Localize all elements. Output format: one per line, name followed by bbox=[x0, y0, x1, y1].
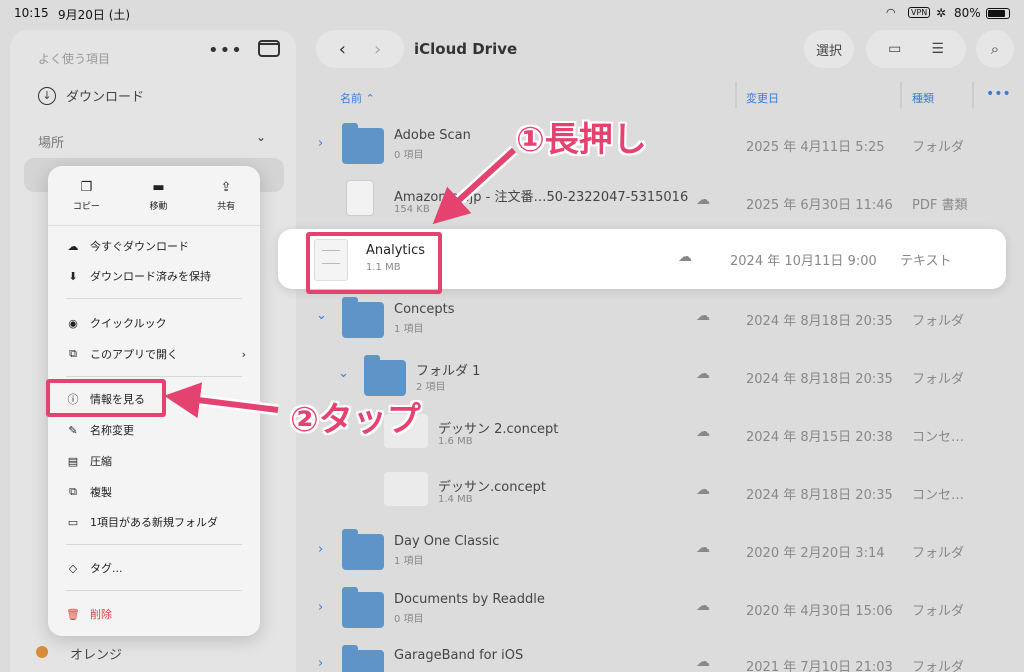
annotation-arrows bbox=[164, 145, 518, 419]
